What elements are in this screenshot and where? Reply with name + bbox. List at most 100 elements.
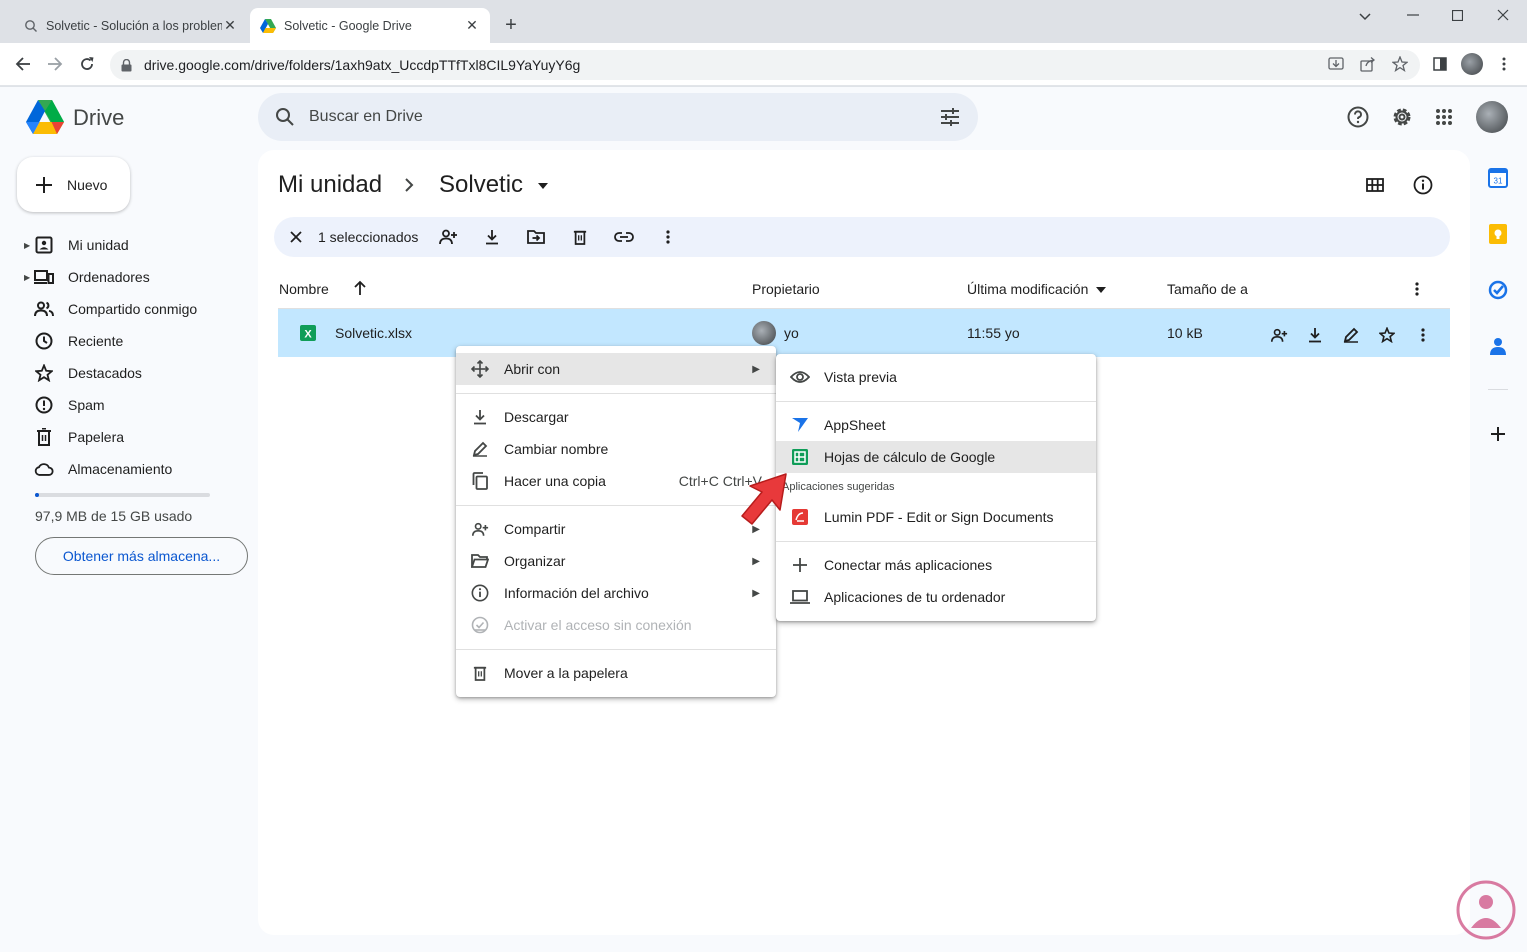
suggested-apps-header: Aplicaciones sugeridas [782, 481, 895, 493]
reload-button[interactable] [73, 50, 101, 78]
share-add-person-icon[interactable] [426, 217, 470, 257]
settings-gear-icon[interactable] [1386, 101, 1418, 133]
contacts-icon[interactable] [1486, 334, 1510, 358]
close-tab-icon[interactable]: ✕ [222, 17, 238, 34]
menu-item-label: AppSheet [824, 417, 886, 433]
star-icon[interactable] [1375, 323, 1399, 347]
search-box[interactable]: Buscar en Drive [258, 93, 978, 141]
get-more-storage-button[interactable]: Obtener más almacena... [35, 537, 248, 575]
sidebar-item-spam[interactable]: Spam [24, 390, 244, 420]
share-page-icon[interactable] [1354, 50, 1382, 78]
drive-logo-label[interactable]: Drive [73, 105, 124, 131]
menu-item-preview[interactable]: Vista previa [776, 361, 1096, 393]
column-header-modified[interactable]: Última modificación [967, 281, 1107, 297]
expand-caret-icon[interactable]: ▶ [24, 241, 34, 250]
chevron-down-icon[interactable] [1342, 2, 1388, 32]
new-tab-button[interactable]: + [500, 14, 522, 36]
profile-avatar[interactable] [1461, 53, 1483, 75]
breadcrumb-current[interactable]: Solvetic [439, 171, 548, 199]
menu-divider [776, 541, 1096, 542]
solvetic-watermark-logo [1453, 880, 1519, 942]
browser-menu-icon[interactable] [1490, 50, 1518, 78]
clear-selection-icon[interactable] [274, 217, 318, 257]
sidebar-item-trash[interactable]: Papelera [24, 422, 244, 452]
menu-item-label: Activar el acceso sin conexión [504, 617, 692, 633]
sidebar-item-label: Papelera [68, 429, 125, 445]
appsheet-icon [790, 415, 810, 435]
keep-icon[interactable] [1486, 222, 1510, 246]
owner-avatar [752, 321, 776, 345]
move-to-folder-icon[interactable] [514, 217, 558, 257]
install-app-icon[interactable] [1322, 50, 1350, 78]
menu-divider [456, 505, 776, 506]
breadcrumb-root[interactable]: Mi unidad [278, 171, 382, 199]
close-window-button[interactable] [1480, 0, 1526, 30]
account-avatar[interactable] [1476, 101, 1508, 133]
rename-pencil-icon [470, 439, 490, 459]
column-header-name[interactable]: Nombre [279, 281, 329, 297]
minimize-window-button[interactable] [1390, 0, 1436, 30]
file-name[interactable]: Solvetic.xlsx [335, 325, 412, 341]
menu-item-open-with[interactable]: Abrir con ▶ [456, 353, 776, 385]
column-options-icon[interactable] [1415, 282, 1419, 296]
eye-icon [790, 367, 810, 387]
add-addon-plus-icon[interactable] [1486, 422, 1510, 446]
bookmark-star-icon[interactable] [1386, 50, 1414, 78]
download-icon[interactable] [1303, 323, 1327, 347]
menu-item-download[interactable]: Descargar [456, 401, 776, 433]
expand-caret-icon[interactable]: ▶ [24, 273, 34, 282]
apps-grid-icon[interactable] [1428, 101, 1460, 133]
address-bar[interactable]: drive.google.com/drive/folders/1axh9atx_… [110, 50, 1420, 80]
menu-item-connect-more-apps[interactable]: Conectar más aplicaciones [776, 549, 1096, 581]
download-icon[interactable] [470, 217, 514, 257]
column-header-owner[interactable]: Propietario [752, 281, 820, 297]
menu-item-rename[interactable]: Cambiar nombre [456, 433, 776, 465]
drive-logo-icon[interactable] [26, 100, 64, 134]
more-actions-icon[interactable] [646, 217, 690, 257]
menu-item-file-info[interactable]: Información del archivo ▶ [456, 577, 776, 609]
tasks-icon[interactable] [1486, 278, 1510, 302]
menu-item-google-sheets[interactable]: Hojas de cálculo de Google [776, 441, 1096, 473]
search-options-icon[interactable] [940, 108, 960, 126]
sidebar-item-storage[interactable]: Almacenamiento [24, 454, 244, 484]
more-actions-icon[interactable] [1411, 323, 1435, 347]
menu-item-computer-apps[interactable]: Aplicaciones de tu ordenador [776, 581, 1096, 613]
side-panel-icon[interactable] [1426, 50, 1454, 78]
sidebar-item-recent[interactable]: Reciente [24, 326, 244, 356]
menu-item-appsheet[interactable]: AppSheet [776, 409, 1096, 441]
menu-item-organize[interactable]: Organizar ▶ [456, 545, 776, 577]
search-icon[interactable] [275, 107, 295, 127]
menu-item-label: Aplicaciones de tu ordenador [824, 589, 1006, 605]
sidebar-item-computers[interactable]: ▶ Ordenadores [24, 262, 244, 292]
sidebar-item-shared-with-me[interactable]: Compartido conmigo [24, 294, 244, 324]
browser-tab-solvetic[interactable]: Solvetic - Solución a los problem ✕ [14, 8, 248, 43]
grid-view-icon[interactable] [1359, 169, 1391, 201]
search-input[interactable]: Buscar en Drive [309, 108, 423, 126]
rename-pencil-icon[interactable] [1339, 323, 1363, 347]
menu-item-lumin-pdf[interactable]: Lumin PDF - Edit or Sign Documents [776, 501, 1096, 533]
sidebar-item-starred[interactable]: Destacados [24, 358, 244, 388]
sidebar-item-label: Almacenamiento [68, 461, 173, 477]
column-header-size[interactable]: Tamaño de a [1167, 281, 1249, 297]
sidebar-item-label: Ordenadores [68, 269, 150, 285]
sidebar-item-my-drive[interactable]: ▶ Mi unidad [24, 230, 244, 260]
menu-item-label: Conectar más aplicaciones [824, 557, 993, 573]
browser-tab-drive[interactable]: Solvetic - Google Drive ✕ [250, 8, 490, 43]
share-add-person-icon[interactable] [1267, 323, 1291, 347]
maximize-window-button[interactable] [1434, 0, 1480, 30]
link-icon[interactable] [602, 217, 646, 257]
help-icon[interactable] [1342, 101, 1374, 133]
back-button[interactable] [9, 50, 37, 78]
trash-icon[interactable] [558, 217, 602, 257]
menu-item-make-copy[interactable]: Hacer una copia Ctrl+C Ctrl+V [456, 465, 776, 497]
close-tab-icon[interactable]: ✕ [464, 17, 480, 34]
sort-arrow-up-icon[interactable] [353, 280, 367, 296]
people-icon [34, 299, 54, 319]
new-button[interactable]: Nuevo [17, 157, 130, 212]
forward-button[interactable] [41, 50, 69, 78]
info-icon[interactable] [1407, 169, 1439, 201]
menu-item-share[interactable]: Compartir ▶ [456, 513, 776, 545]
calendar-icon[interactable]: 31 [1486, 166, 1510, 190]
menu-item-move-to-trash[interactable]: Mover a la papelera [456, 657, 776, 689]
sidebar-item-label: Compartido conmigo [68, 301, 198, 317]
